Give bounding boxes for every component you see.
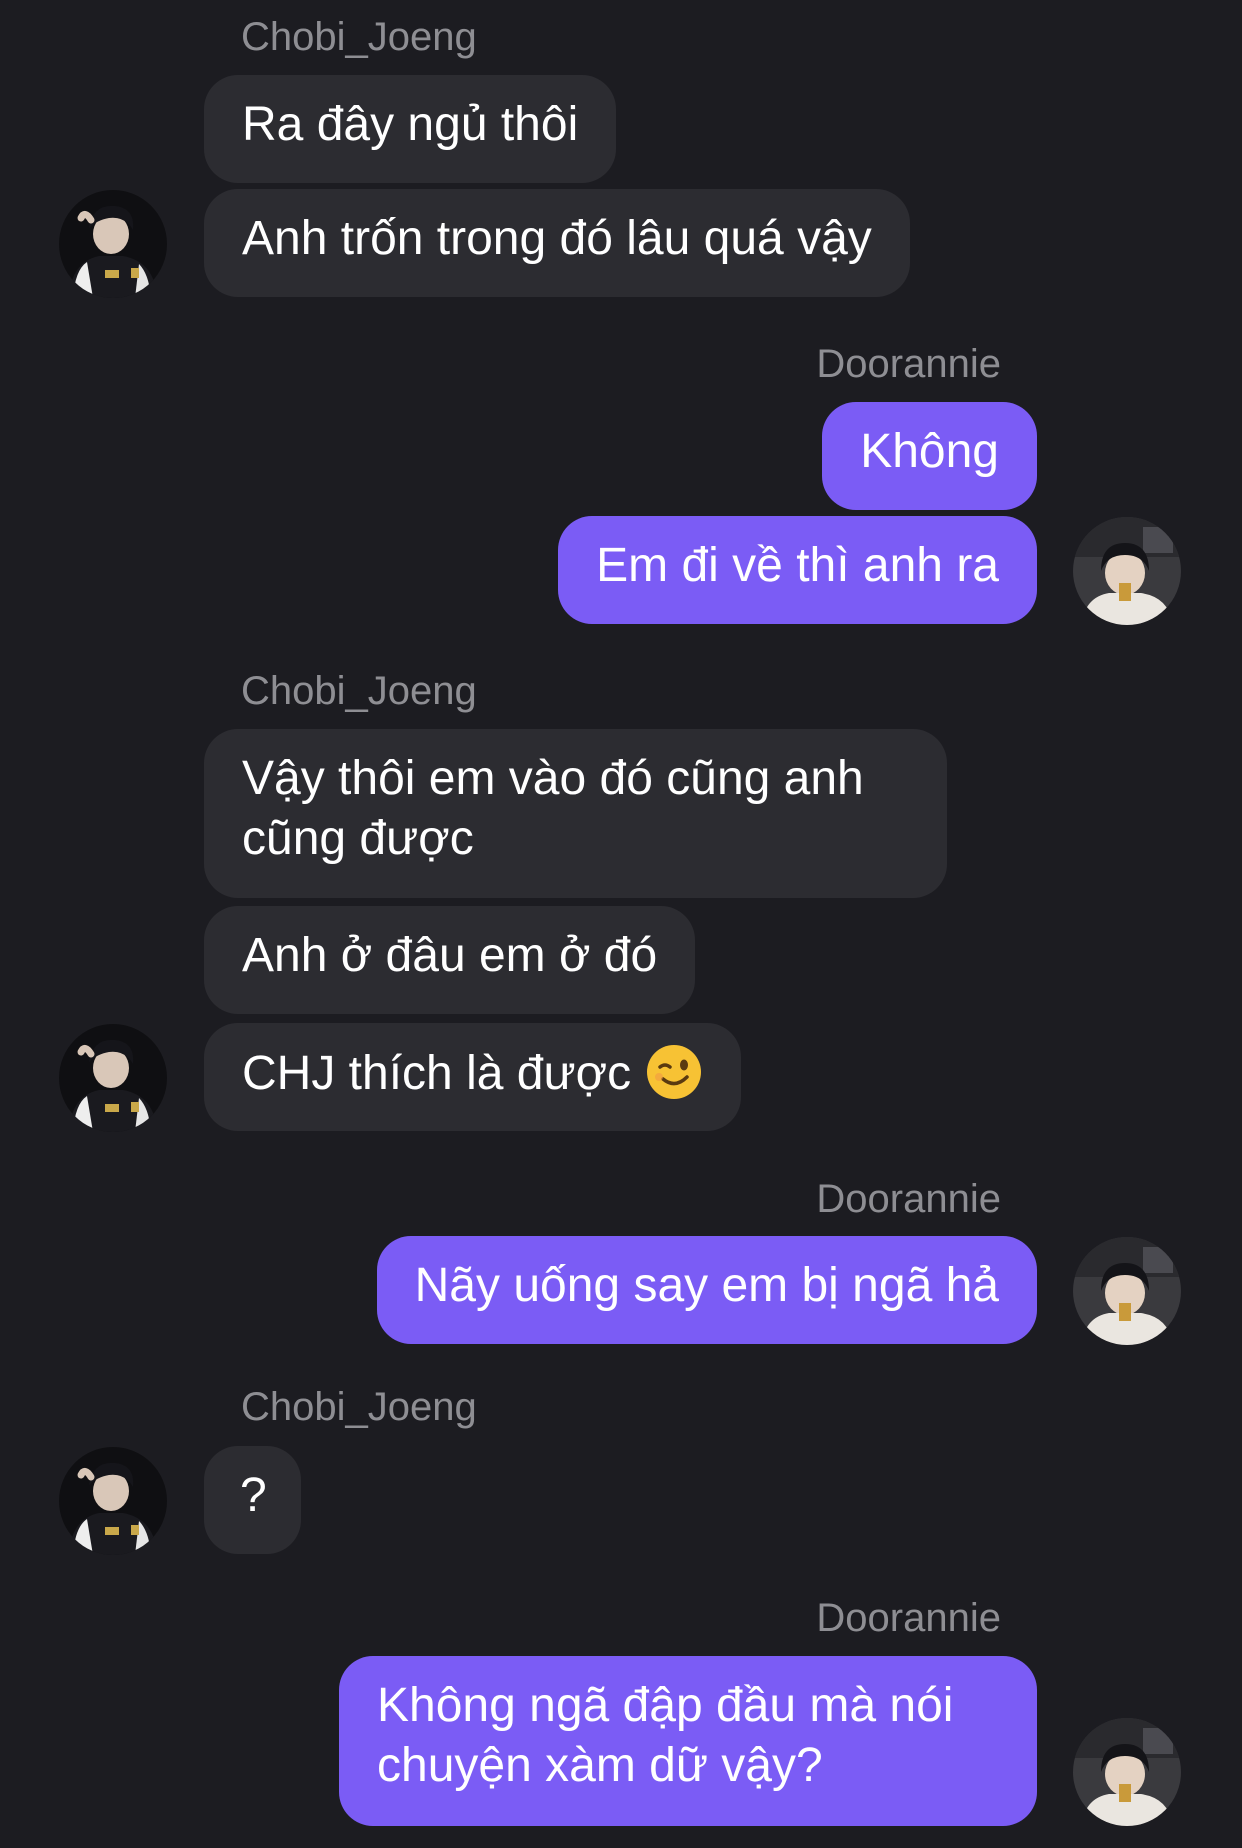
chobi-joeng-avatar[interactable] (59, 1447, 167, 1555)
incoming-message-bubble[interactable]: ? (204, 1446, 301, 1554)
incoming-message-bubble[interactable]: CHJ thích là được (204, 1023, 742, 1131)
incoming-message-bubble[interactable]: Anh ở đâu em ở đó (204, 906, 696, 1014)
incoming-message-bubble[interactable]: Anh trốn trong đó lâu quá vậy (204, 189, 910, 297)
message-text: CHJ thích là được (242, 1047, 632, 1100)
incoming-message-bubble[interactable]: Ra đây ngủ thôi (204, 75, 617, 183)
outgoing-message-bubble[interactable]: Nãy uống say em bị ngã hả (376, 1236, 1037, 1344)
doorannie-avatar[interactable] (1073, 1718, 1181, 1826)
doorannie-avatar[interactable] (1073, 1237, 1181, 1345)
incoming-message-bubble[interactable]: Vậy thôi em vào đó cũng anh cũng được (204, 729, 947, 898)
sender-name: Chobi_Joeng (241, 1385, 477, 1429)
sender-name: Chobi_Joeng (241, 15, 477, 59)
outgoing-message-bubble[interactable]: Em đi về thì anh ra (558, 516, 1037, 624)
outgoing-message-bubble[interactable]: Không ngã đập đầu mà nói chuyện xàm dữ v… (339, 1656, 1037, 1826)
chobi-joeng-avatar[interactable] (59, 190, 167, 298)
sender-name: Chobi_Joeng (241, 669, 477, 713)
sender-name: Doorannie (816, 1177, 1001, 1221)
sender-name: Doorannie (816, 1596, 1001, 1640)
chat-thread: Chobi_Joeng Ra đây ngủ thôi Anh trốn tro… (0, 0, 1242, 1848)
winking-face-icon (647, 1045, 702, 1099)
outgoing-message-bubble[interactable]: Không (822, 402, 1037, 510)
sender-name: Doorannie (816, 342, 1001, 386)
chobi-joeng-avatar[interactable] (59, 1024, 167, 1132)
doorannie-avatar[interactable] (1073, 517, 1181, 625)
